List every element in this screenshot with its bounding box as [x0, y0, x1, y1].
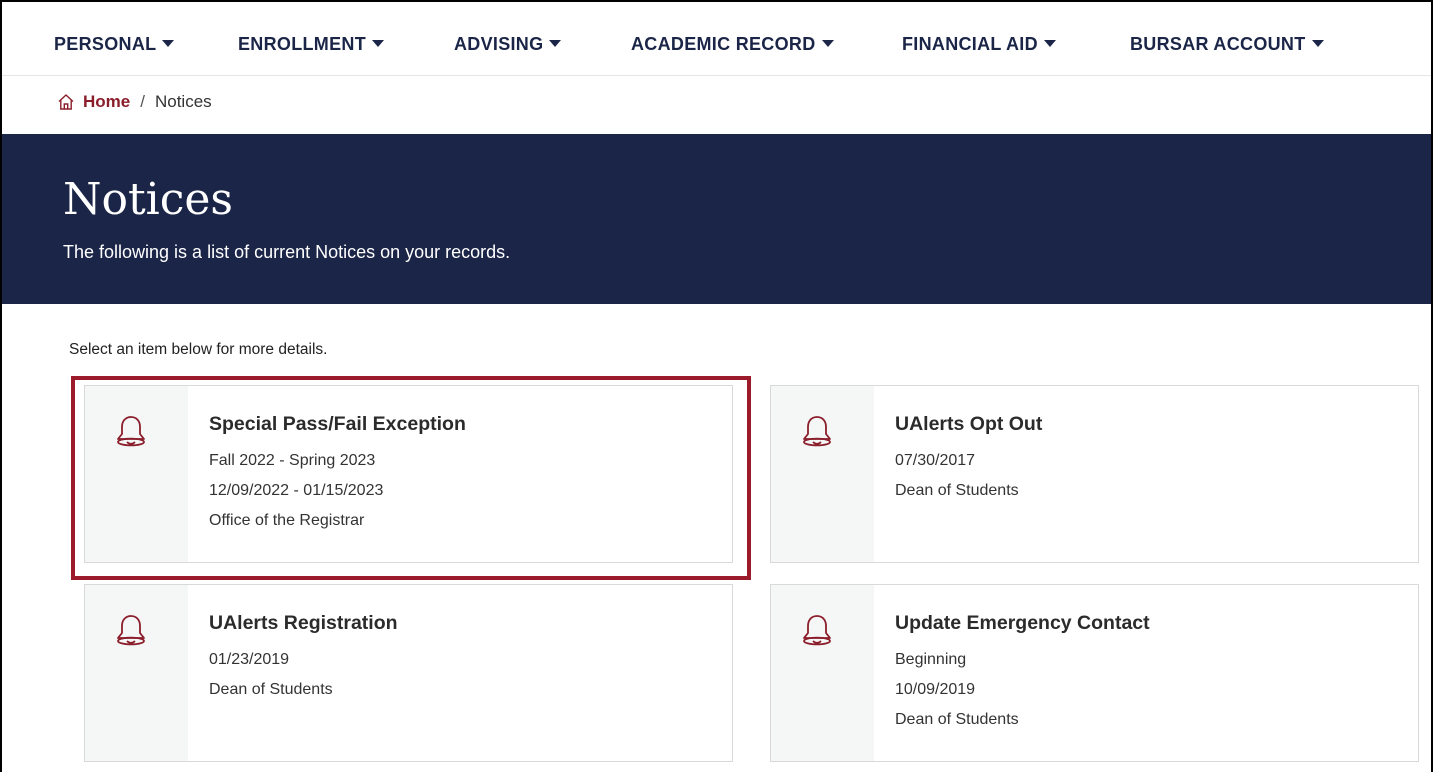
- card-icon-column: [771, 585, 874, 761]
- caret-down-icon: [1043, 40, 1056, 47]
- nav-financial-aid-label: FINANCIAL AID: [902, 34, 1038, 54]
- card-office: Office of the Registrar: [209, 512, 365, 529]
- nav-bursar-account-label: BURSAR ACCOUNT: [1130, 34, 1306, 54]
- card-icon-column: [771, 386, 874, 562]
- card-body: UAlerts Registration 01/23/2019 Dean of …: [188, 585, 398, 761]
- breadcrumb: Home / Notices: [57, 92, 212, 112]
- caret-down-icon: [821, 40, 834, 47]
- breadcrumb-current: Notices: [154, 92, 212, 111]
- nav-financial-aid[interactable]: FINANCIAL AID: [902, 34, 1056, 55]
- bell-icon: [117, 416, 145, 447]
- card-title: UAlerts Opt Out: [895, 413, 1043, 435]
- card-start: Beginning: [895, 651, 967, 668]
- nav-academic-record[interactable]: ACADEMIC RECORD: [631, 34, 834, 55]
- page-subtitle: The following is a list of current Notic…: [63, 242, 511, 262]
- card-date: 07/30/2017: [895, 452, 976, 469]
- caret-down-icon: [549, 40, 562, 47]
- nav-academic-record-label: ACADEMIC RECORD: [631, 34, 816, 54]
- nav-enrollment-label: ENROLLMENT: [238, 34, 366, 54]
- caret-down-icon: [372, 40, 384, 47]
- nav-personal-label: PERSONAL: [54, 34, 157, 54]
- notice-card-ualerts-registration[interactable]: UAlerts Registration 01/23/2019 Dean of …: [84, 584, 733, 762]
- card-office: Dean of Students: [209, 681, 333, 698]
- breadcrumb-home-link[interactable]: Home: [83, 92, 130, 112]
- bell-icon: [803, 615, 831, 646]
- notice-card-special-pass-fail[interactable]: Special Pass/Fail Exception Fall 2022 - …: [84, 385, 733, 563]
- notice-card-ualerts-opt-out[interactable]: UAlerts Opt Out 07/30/2017 Dean of Stude…: [770, 385, 1419, 563]
- nav-advising[interactable]: ADVISING: [454, 34, 562, 55]
- nav-bursar-account[interactable]: BURSAR ACCOUNT: [1130, 34, 1324, 55]
- card-body: Update Emergency Contact Beginning 10/09…: [874, 585, 1150, 761]
- nav-advising-label: ADVISING: [454, 34, 544, 54]
- notice-card-update-emergency-contact[interactable]: Update Emergency Contact Beginning 10/09…: [770, 584, 1419, 762]
- breadcrumb-separator: /: [140, 92, 145, 111]
- card-title: UAlerts Registration: [209, 612, 398, 634]
- nav-enrollment[interactable]: ENROLLMENT: [238, 34, 384, 55]
- page-title: Notices: [63, 174, 234, 225]
- card-title: Update Emergency Contact: [895, 612, 1150, 634]
- bell-icon: [117, 615, 145, 646]
- card-body: UAlerts Opt Out 07/30/2017 Dean of Stude…: [874, 386, 1042, 562]
- caret-down-icon: [162, 40, 175, 47]
- card-date: 10/09/2019: [895, 681, 976, 698]
- page-banner: Notices The following is a list of curre…: [2, 134, 1431, 304]
- card-office: Dean of Students: [895, 711, 1019, 728]
- card-icon-column: [85, 386, 188, 562]
- card-date: 01/23/2019: [209, 651, 290, 668]
- card-body: Special Pass/Fail Exception Fall 2022 - …: [188, 386, 466, 562]
- nav-personal[interactable]: PERSONAL: [54, 34, 175, 55]
- home-icon[interactable]: [57, 93, 75, 111]
- top-navigation: PERSONAL ENROLLMENT ADVISING ACADEMIC RE…: [2, 2, 1431, 76]
- card-term: Fall 2022 - Spring 2023: [209, 452, 376, 469]
- card-icon-column: [85, 585, 188, 761]
- page-frame: PERSONAL ENROLLMENT ADVISING ACADEMIC RE…: [0, 0, 1433, 772]
- card-title: Special Pass/Fail Exception: [209, 413, 466, 435]
- card-office: Dean of Students: [895, 482, 1019, 499]
- bell-icon: [803, 416, 831, 447]
- card-dates: 12/09/2022 - 01/15/2023: [209, 482, 384, 499]
- instructions-text: Select an item below for more details.: [69, 341, 328, 358]
- caret-down-icon: [1311, 40, 1324, 47]
